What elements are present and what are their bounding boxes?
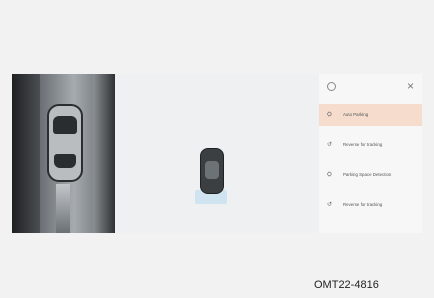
top-view-car-icon <box>200 148 224 194</box>
reverse-icon: ↺ <box>327 142 333 148</box>
camera-car-image <box>47 104 83 182</box>
figure-caption: OMT22-4816 <box>314 279 379 291</box>
menu-item-label: Reverse for tracking <box>343 142 383 147</box>
menu-item-label: Auto Parking <box>343 112 369 117</box>
menu-item-label: Reverse for tracking <box>343 202 383 207</box>
close-icon[interactable]: × <box>407 79 414 93</box>
top-view <box>115 74 319 233</box>
camera-wall-right <box>93 74 115 233</box>
gear-icon[interactable] <box>327 82 336 91</box>
parking-menu-panel: × ⛭ Auto Parking ↺ Reverse for tracking … <box>319 74 422 233</box>
camera-wall-left <box>12 74 40 233</box>
reverse-icon: ↺ <box>327 202 333 208</box>
parking-screen: × ⛭ Auto Parking ↺ Reverse for tracking … <box>12 74 422 233</box>
menu-item-label: Parking Space Detection <box>343 172 392 177</box>
camera-car-windshield <box>53 116 77 134</box>
camera-lane-stripe <box>56 184 70 233</box>
menu-item-auto-parking[interactable]: ⛭ Auto Parking <box>319 104 422 126</box>
top-view-car-roof <box>205 161 219 179</box>
panel-header: × <box>319 74 422 100</box>
car-icon: ⛭ <box>327 112 332 118</box>
camera-view <box>12 74 115 233</box>
camera-car-rear-window <box>54 154 76 168</box>
menu-item-parking-space-detection[interactable]: ⛭ Parking Space Detection <box>319 164 422 186</box>
menu-item-reverse-tracking[interactable]: ↺ Reverse for tracking <box>319 134 422 156</box>
car-icon: ⛭ <box>327 172 332 178</box>
menu-item-reverse-tracking-2[interactable]: ↺ Reverse for tracking <box>319 194 422 216</box>
parking-menu: ⛭ Auto Parking ↺ Reverse for tracking ⛭ … <box>319 104 422 224</box>
